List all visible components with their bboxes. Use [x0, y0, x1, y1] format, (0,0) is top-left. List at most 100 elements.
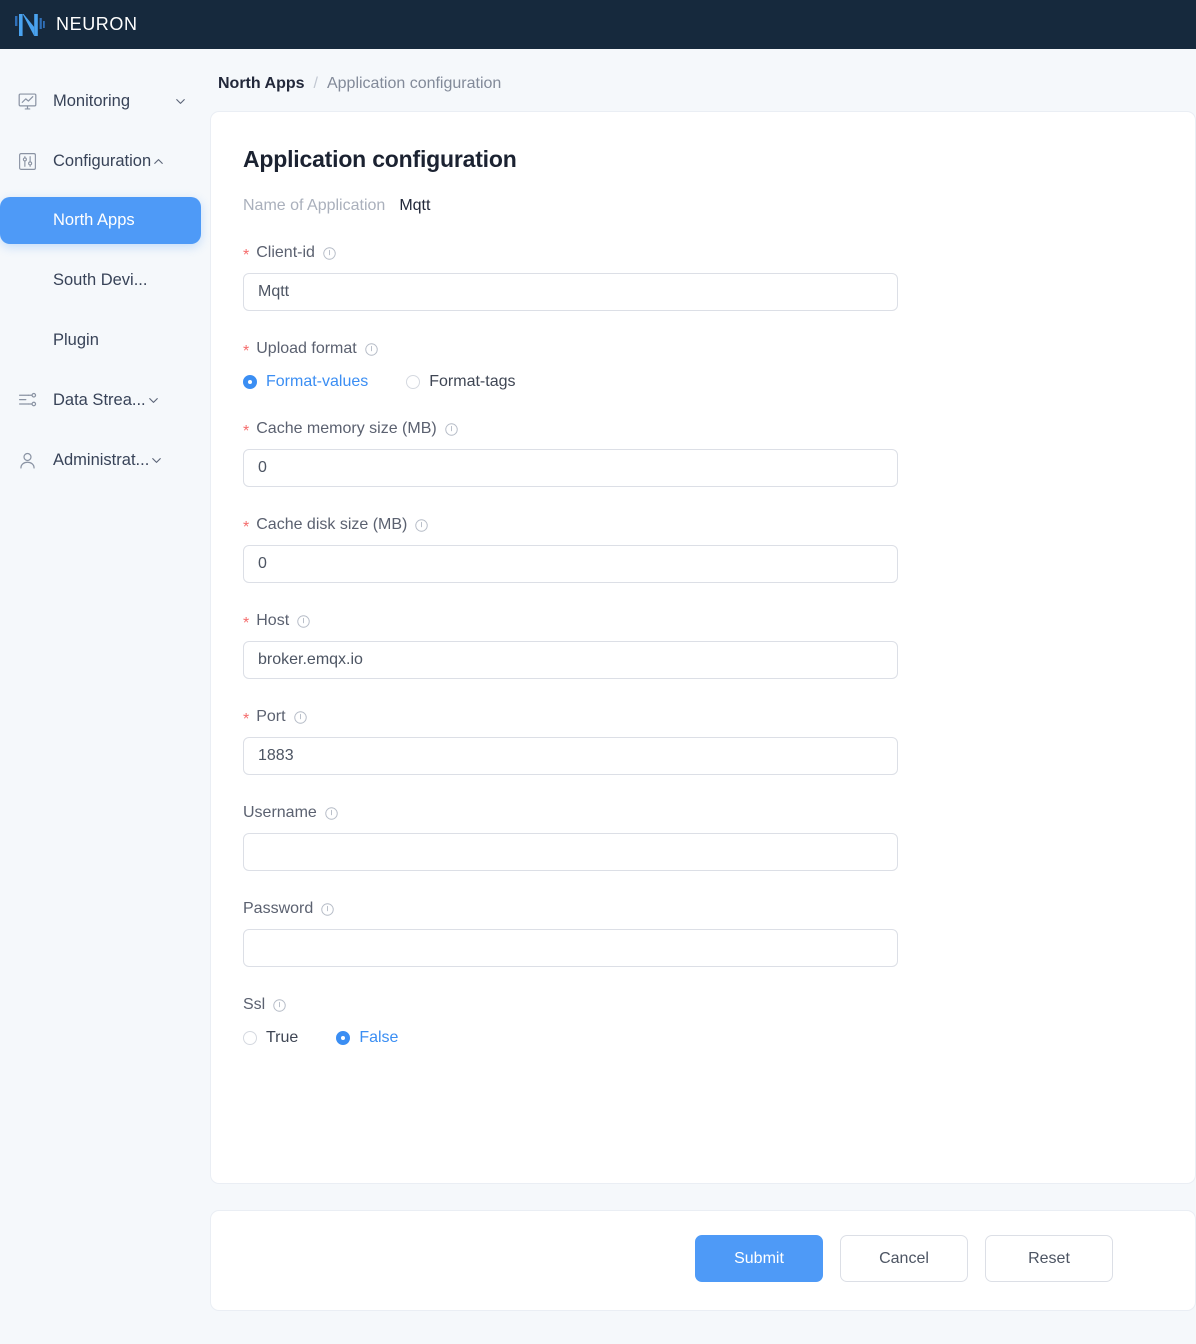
label-text: Cache memory size (MB): [256, 420, 437, 437]
sidebar-item-north-apps[interactable]: North Apps: [0, 197, 201, 244]
required-marker: *: [243, 423, 250, 440]
page-title: Application configuration: [243, 146, 517, 172]
upload-format-radio-group: Format-values Format-tags: [243, 373, 1163, 391]
radio-dot-icon: [243, 375, 257, 389]
application-name-value: Mqtt: [399, 197, 431, 214]
application-configuration-card: Application configuration Name of Applic…: [210, 111, 1196, 1184]
field-cache-memory-size: * Cache memory size (MB): [243, 419, 1163, 487]
info-circle-icon[interactable]: [272, 998, 287, 1013]
form-actions-bar: Submit Cancel Reset: [210, 1210, 1196, 1311]
required-marker: *: [243, 711, 250, 728]
label-text: Client-id: [256, 244, 315, 261]
label-text: Host: [256, 612, 290, 629]
radio-dot-icon: [336, 1031, 351, 1045]
reset-button[interactable]: Reset: [985, 1235, 1113, 1282]
field-cache-disk-size: * Cache disk size (MB): [243, 515, 1163, 583]
label-text: Ssl: [243, 996, 266, 1013]
submit-button[interactable]: Submit: [695, 1235, 823, 1282]
cancel-button[interactable]: Cancel: [840, 1235, 968, 1282]
field-username: Username: [243, 803, 1163, 871]
password-input[interactable]: [243, 929, 898, 967]
field-label: * Cache disk size (MB): [243, 515, 1163, 536]
required-marker: *: [243, 615, 250, 632]
breadcrumb-current: Application configuration: [326, 75, 502, 92]
ssl-radio-group: True False: [243, 1029, 1163, 1047]
field-host: * Host: [243, 611, 1163, 679]
label-text: Cache disk size (MB): [256, 516, 408, 533]
sliders-box-icon: [16, 150, 38, 172]
radio-label: Format-tags: [429, 373, 516, 390]
sidebar-subitem-label: Plugin: [53, 330, 99, 349]
breadcrumb: North Apps / Application configuration: [210, 49, 1196, 111]
field-label: * Port: [243, 707, 1163, 728]
radio-label: Format-values: [266, 373, 369, 390]
neuron-n-logo-icon: [14, 10, 46, 40]
field-label: Password: [243, 899, 1163, 919]
info-circle-icon[interactable]: [364, 342, 379, 357]
required-marker: *: [243, 247, 250, 264]
sidebar: Monitoring Configuration North Apps Sout…: [0, 49, 210, 1344]
main-content: North Apps / Application configuration A…: [210, 49, 1196, 1344]
label-text: Upload format: [256, 340, 357, 357]
info-circle-icon[interactable]: [444, 422, 459, 437]
field-ssl: Ssl True False: [243, 995, 1163, 1047]
field-label: * Client-id: [243, 243, 1163, 264]
info-circle-icon[interactable]: [296, 614, 311, 629]
label-text: Password: [243, 900, 314, 917]
field-port: * Port: [243, 707, 1163, 775]
brand-name: NEURON: [56, 14, 138, 34]
sidebar-item-monitoring[interactable]: Monitoring: [0, 71, 210, 131]
info-circle-icon[interactable]: [320, 902, 335, 917]
port-input[interactable]: [243, 737, 898, 775]
field-label: * Cache memory size (MB): [243, 419, 1163, 440]
label-text: Username: [243, 804, 317, 821]
sidebar-item-plugin[interactable]: Plugin: [0, 310, 210, 370]
radio-format-tags[interactable]: Format-tags: [406, 373, 516, 391]
info-circle-icon[interactable]: [293, 710, 308, 725]
radio-dot-icon: [406, 375, 421, 389]
required-marker: *: [243, 343, 250, 360]
sidebar-item-south-devices[interactable]: South Devi...: [0, 250, 210, 310]
radio-ssl-false[interactable]: False: [336, 1029, 398, 1047]
field-label: * Upload format: [243, 339, 1163, 360]
breadcrumb-parent[interactable]: North Apps: [218, 75, 305, 93]
chevron-up-icon[interactable]: [151, 154, 166, 169]
chevron-down-icon[interactable]: [173, 94, 188, 109]
chevron-down-icon[interactable]: [146, 393, 161, 408]
field-label: Username: [243, 803, 1163, 823]
required-marker: *: [243, 519, 250, 536]
host-input[interactable]: [243, 641, 898, 679]
sidebar-subitem-label: North Apps: [53, 211, 135, 229]
client-id-input[interactable]: [243, 273, 898, 311]
sidebar-item-configuration[interactable]: Configuration: [0, 131, 210, 191]
radio-label: True: [266, 1029, 299, 1046]
radio-ssl-true[interactable]: True: [243, 1029, 298, 1047]
sidebar-item-administration[interactable]: Administrat...: [0, 430, 210, 490]
application-name-row: Name of Application Mqtt: [243, 197, 1163, 215]
sidebar-item-label: Administrat...: [53, 450, 150, 469]
field-label: * Host: [243, 611, 1163, 632]
application-name-label: Name of Application: [243, 197, 386, 214]
app-header: NEURON: [0, 0, 1196, 49]
username-input[interactable]: [243, 833, 898, 871]
sidebar-subitem-label: South Devi...: [53, 270, 148, 289]
monitor-chart-icon: [16, 90, 38, 112]
sidebar-item-label: Configuration: [53, 151, 152, 170]
radio-label: False: [359, 1029, 399, 1046]
user-icon: [16, 449, 38, 471]
breadcrumb-separator: /: [313, 75, 318, 92]
radio-format-values[interactable]: Format-values: [243, 373, 368, 391]
data-flow-icon: [16, 389, 38, 411]
cache-disk-size-input[interactable]: [243, 545, 898, 583]
field-upload-format: * Upload format Format-values Format-tag…: [243, 339, 1163, 391]
sidebar-item-data-streams[interactable]: Data Strea...: [0, 370, 210, 430]
info-circle-icon[interactable]: [324, 806, 339, 821]
info-circle-icon[interactable]: [322, 246, 337, 261]
sidebar-item-label: Data Strea...: [53, 390, 146, 409]
label-text: Port: [256, 708, 286, 725]
radio-dot-icon: [243, 1031, 257, 1045]
field-client-id: * Client-id: [243, 243, 1163, 311]
cache-memory-size-input[interactable]: [243, 449, 898, 487]
info-circle-icon[interactable]: [414, 518, 429, 533]
chevron-down-icon[interactable]: [149, 453, 164, 468]
